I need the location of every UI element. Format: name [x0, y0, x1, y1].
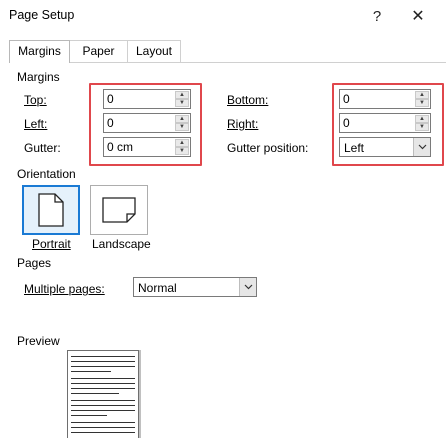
- tab-layout[interactable]: Layout: [128, 40, 181, 62]
- orientation-section-label: Orientation: [17, 167, 76, 181]
- landscape-page-icon: [102, 197, 136, 223]
- chevron-down-icon[interactable]: [239, 278, 256, 296]
- landscape-label: Landscape: [92, 237, 151, 251]
- gutter-position-label: Gutter position:: [227, 141, 309, 155]
- preview-text-line: [71, 356, 135, 357]
- preview-text-line: [71, 427, 135, 428]
- preview-text-line: [71, 400, 135, 401]
- left-label: Left:: [24, 117, 48, 131]
- landscape-button[interactable]: [90, 185, 148, 235]
- portrait-label: Portrait: [32, 237, 71, 251]
- portrait-page-icon: [38, 193, 64, 227]
- right-margins-highlight: [332, 83, 444, 166]
- top-label: Top:: [24, 93, 47, 107]
- title-bar: Page Setup ? ✕: [0, 0, 446, 32]
- preview-text-line: [71, 415, 107, 416]
- preview-text-line: [71, 405, 135, 406]
- multiple-pages-value: Normal: [138, 281, 177, 295]
- right-label: Right:: [227, 117, 259, 131]
- tab-panel-border: [9, 62, 446, 63]
- preview-text-line: [71, 432, 135, 433]
- preview-text-line: [71, 366, 135, 367]
- pages-section-label: Pages: [17, 256, 52, 270]
- preview-text-line: [71, 393, 119, 394]
- help-button[interactable]: ?: [362, 4, 392, 28]
- preview-text-line: [71, 383, 135, 384]
- preview-text-line: [71, 388, 135, 389]
- tab-paper[interactable]: Paper: [70, 40, 128, 62]
- preview-text-line: [71, 361, 135, 362]
- preview-text-line: [71, 422, 135, 423]
- gutter-label: Gutter:: [24, 141, 61, 155]
- margins-section-label: Margins: [17, 70, 60, 84]
- preview-text-line: [71, 371, 111, 372]
- left-margins-highlight: [89, 83, 202, 166]
- preview-section-label: Preview: [17, 334, 60, 348]
- preview-page: [67, 350, 139, 438]
- multiple-pages-label: Multiple pages:: [24, 282, 105, 296]
- window-title: Page Setup: [9, 8, 75, 22]
- bottom-label: Bottom:: [227, 93, 269, 107]
- preview-text-line: [71, 378, 135, 379]
- portrait-button[interactable]: [22, 185, 80, 235]
- close-button[interactable]: ✕: [403, 4, 433, 28]
- multiple-pages-select[interactable]: Normal: [133, 277, 257, 297]
- preview-text-line: [71, 410, 135, 411]
- tab-margins[interactable]: Margins: [9, 40, 70, 63]
